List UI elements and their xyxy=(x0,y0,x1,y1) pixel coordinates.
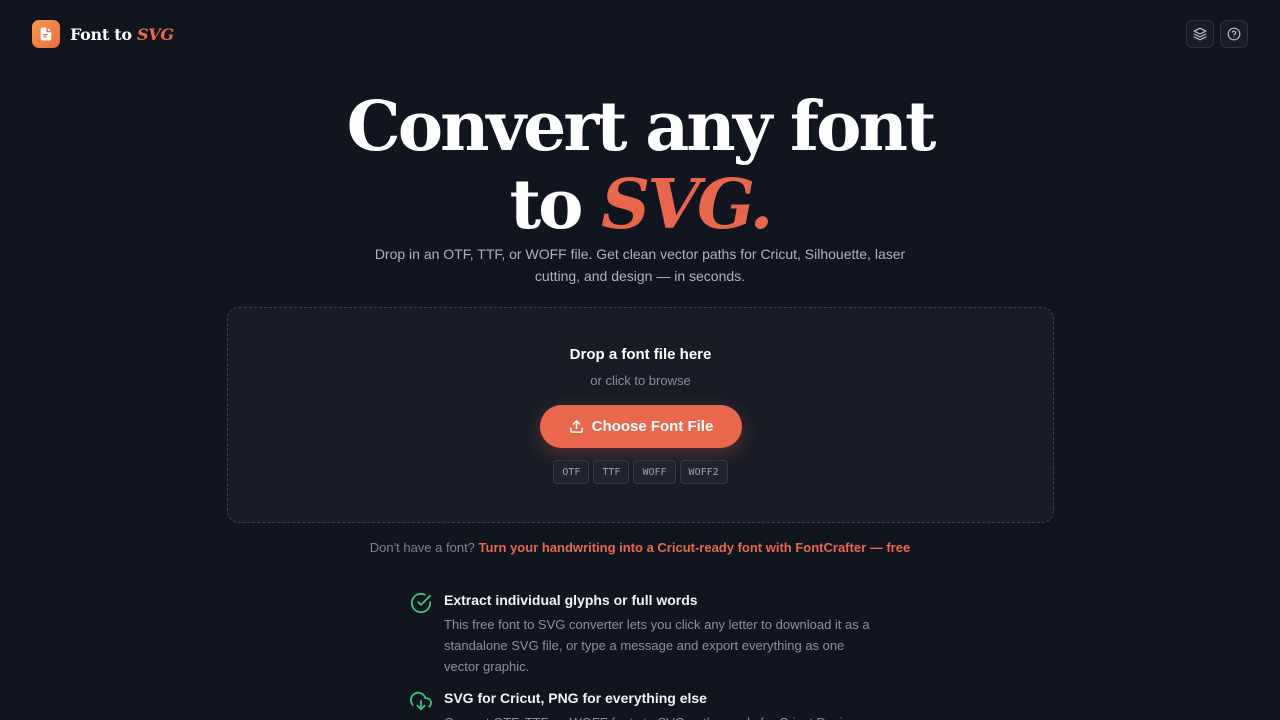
header-actions xyxy=(1186,20,1248,48)
hero-title: Convert any font to SVG. xyxy=(0,88,1280,244)
feature-title: SVG for Cricut, PNG for everything else xyxy=(444,690,707,706)
help-button[interactable] xyxy=(1220,20,1248,48)
font-dropzone[interactable]: Drop a font file here or click to browse… xyxy=(227,307,1054,523)
feature-title: Extract individual glyphs or full words xyxy=(444,592,698,608)
format-badge-otf: OTF xyxy=(553,460,590,484)
format-badge-woff: WOFF xyxy=(633,460,676,484)
help-icon xyxy=(1227,27,1241,41)
feature-description: This free font to SVG converter lets you… xyxy=(444,617,870,674)
dropzone-title: Drop a font file here xyxy=(569,346,712,363)
hero-title-accent: SVG. xyxy=(601,165,773,245)
layers-icon xyxy=(1193,27,1207,41)
hero-title-line2-prefix: to xyxy=(509,165,584,245)
dropzone-subtitle: or click to browse xyxy=(590,373,691,388)
brand-name-prefix: Font to xyxy=(70,24,132,44)
brand-name: Font to SVG xyxy=(70,25,174,44)
check-circle-icon xyxy=(410,592,432,614)
brand-name-accent: SVG xyxy=(137,24,174,44)
fontcrafter-cta: Don't have a font? Turn your handwriting… xyxy=(0,540,1280,555)
fontcrafter-link[interactable]: Turn your handwriting into a Cricut-read… xyxy=(479,540,911,555)
layers-button[interactable] xyxy=(1186,20,1214,48)
choose-font-file-label: Choose Font File xyxy=(591,418,714,435)
hero-title-line1: Convert any font xyxy=(346,87,937,167)
brand-logo[interactable]: Font to SVG xyxy=(32,20,174,48)
format-badge-woff2: WOFF2 xyxy=(679,460,728,484)
feature-description: Convert OTF, TTF, or WOFF fonts to SVG p… xyxy=(444,712,878,720)
format-badge-ttf: TTF xyxy=(593,460,630,484)
choose-font-file-button[interactable]: Choose Font File xyxy=(540,405,742,448)
document-icon xyxy=(32,20,60,48)
format-badges: OTF TTF WOFF WOFF2 xyxy=(228,460,1053,484)
hero-subtitle: Drop in an OTF, TTF, or WOFF file. Get c… xyxy=(374,246,906,284)
upload-icon xyxy=(569,420,583,433)
cloud-download-icon xyxy=(410,691,432,711)
cta-prefix: Don't have a font? xyxy=(369,540,475,555)
